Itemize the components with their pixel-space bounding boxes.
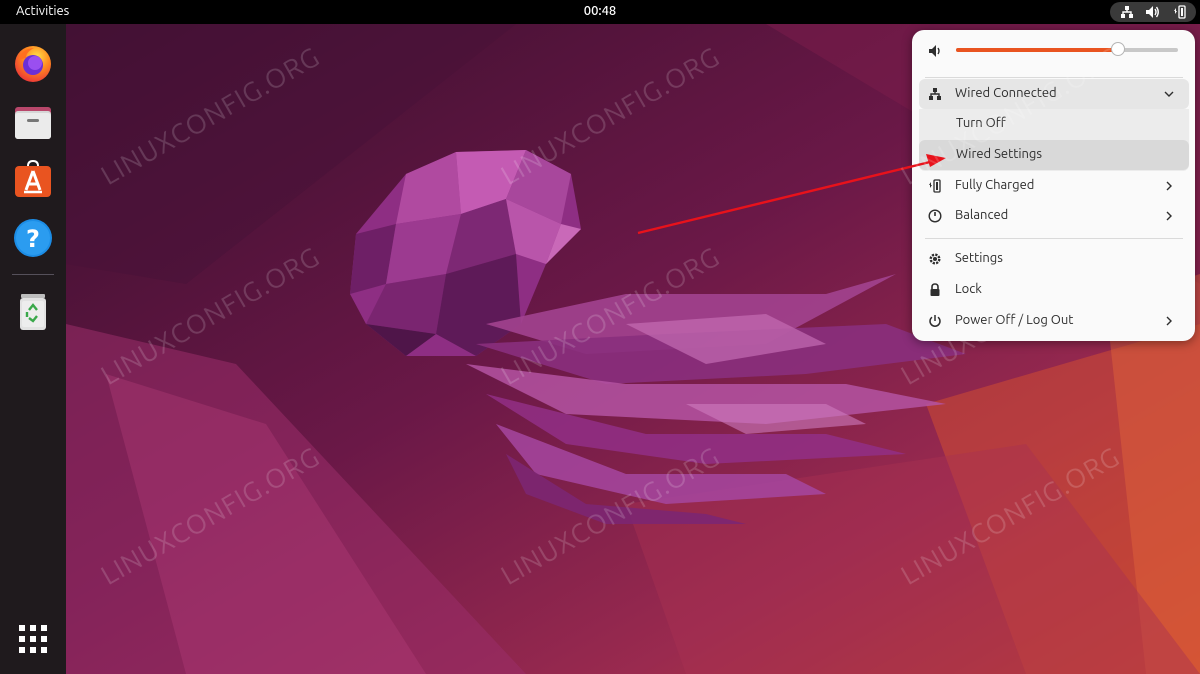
dock-separator [12, 274, 54, 275]
chevron-down-icon [1164, 91, 1174, 97]
volume-slider[interactable] [956, 42, 1178, 56]
lock-label: Lock [955, 282, 982, 296]
power-row[interactable]: Power Off / Log Out [919, 306, 1189, 336]
software-icon[interactable] [12, 158, 54, 200]
chevron-right-icon [1166, 181, 1172, 191]
network-wired-icon [929, 88, 941, 100]
menu-separator [925, 238, 1183, 239]
quick-settings-menu: Wired Connected Turn Off Wired Settings … [912, 30, 1195, 341]
firefox-icon[interactable] [12, 42, 54, 84]
turn-off-label: Turn Off [956, 116, 1006, 130]
system-tray[interactable] [1110, 2, 1196, 22]
battery-row[interactable]: Fully Charged [919, 171, 1189, 201]
wired-settings-item[interactable]: Wired Settings [919, 140, 1189, 170]
network-wired-row[interactable]: Wired Connected [919, 79, 1189, 109]
lock-icon [930, 283, 940, 296]
help-icon[interactable]: ? [12, 217, 54, 259]
menu-separator [925, 77, 1183, 78]
lock-row[interactable]: Lock [919, 275, 1189, 305]
files-icon[interactable] [12, 101, 54, 143]
gear-icon [929, 253, 941, 265]
battery-icon [929, 179, 941, 193]
dock: ? [0, 24, 66, 674]
chevron-right-icon [1166, 316, 1172, 326]
battery-label: Fully Charged [955, 178, 1035, 192]
app-grid-icon[interactable] [12, 618, 54, 660]
power-mode-row[interactable]: Balanced [919, 201, 1189, 231]
settings-label: Settings [955, 251, 1003, 265]
chevron-right-icon [1166, 211, 1172, 221]
turn-off-item[interactable]: Turn Off [919, 109, 1189, 139]
power-mode-label: Balanced [955, 208, 1009, 222]
clock[interactable]: 00:48 [0, 4, 1200, 18]
network-label: Wired Connected [955, 86, 1057, 100]
wired-settings-label: Wired Settings [956, 147, 1043, 161]
svg-text:?: ? [26, 225, 40, 253]
battery-icon [1174, 5, 1186, 19]
top-bar: Activities 00:48 [0, 0, 1200, 24]
power-icon [929, 315, 941, 327]
volume-slider-handle[interactable] [1111, 42, 1126, 56]
power-label: Power Off / Log Out [955, 313, 1074, 327]
volume-slider-fill [956, 48, 1119, 52]
volume-icon [1146, 6, 1160, 18]
trash-icon[interactable] [12, 290, 54, 332]
power-profile-icon [928, 209, 942, 223]
volume-icon [929, 45, 940, 57]
settings-row[interactable]: Settings [919, 244, 1189, 274]
network-wired-icon [1120, 6, 1133, 18]
